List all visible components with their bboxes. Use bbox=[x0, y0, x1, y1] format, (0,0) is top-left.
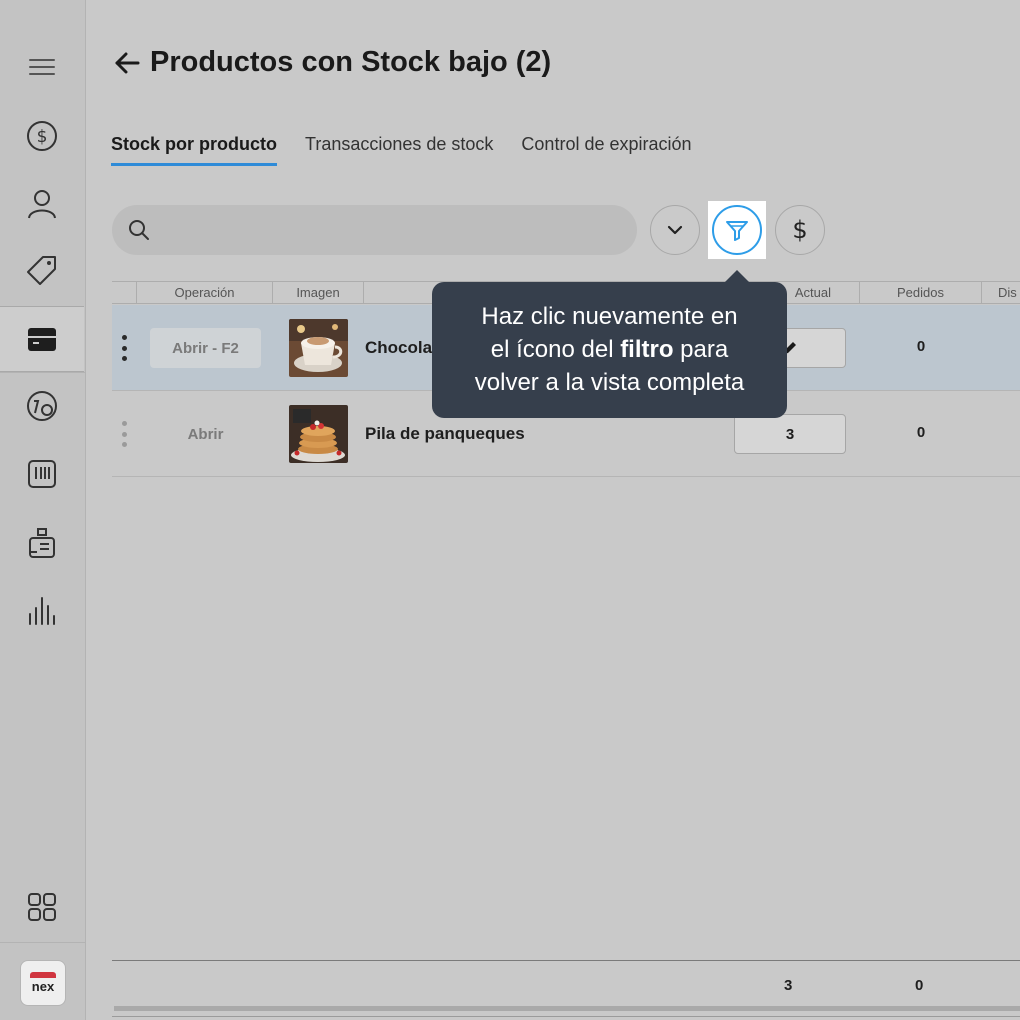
tooltip-text: el ícono del bbox=[490, 336, 621, 363]
sidebar: $ nex bbox=[0, 0, 86, 1020]
title-row: Productos con Stock bajo (2) bbox=[112, 46, 551, 79]
barcode-icon[interactable] bbox=[0, 441, 84, 507]
tab-bar: Stock por producto Transacciones de stoc… bbox=[111, 134, 720, 166]
search-input[interactable] bbox=[160, 221, 620, 239]
product-image bbox=[289, 319, 348, 377]
tutorial-tooltip: Haz clic nuevamente en el ícono del filt… bbox=[432, 270, 787, 418]
open-button[interactable]: Abrir - F2 bbox=[150, 328, 261, 368]
apps-grid-icon[interactable] bbox=[0, 874, 84, 940]
main-content: Productos con Stock bajo (2) Stock por p… bbox=[86, 0, 1020, 1020]
tab-stock-por-producto[interactable]: Stock por producto bbox=[111, 134, 277, 166]
footer-pedidos-total: 0 bbox=[915, 977, 924, 994]
pedidos-value: 0 bbox=[916, 338, 926, 355]
tooltip-line-1: Haz clic nuevamente en bbox=[481, 303, 738, 330]
product-name: Pila de panqueques bbox=[365, 424, 525, 443]
search-icon bbox=[129, 220, 149, 240]
column-header-dis[interactable]: Dis bbox=[981, 282, 1020, 304]
row-menu-icon[interactable] bbox=[120, 335, 128, 361]
actual-stock-value[interactable]: 3 bbox=[734, 414, 846, 454]
dollar-circle-icon[interactable]: $ bbox=[0, 103, 84, 169]
logo-text: nex bbox=[31, 979, 55, 994]
tag-icon[interactable] bbox=[0, 237, 84, 303]
tooltip-text: para bbox=[673, 336, 729, 363]
search-bar bbox=[112, 205, 637, 255]
tab-control-de-expiracion[interactable]: Control de expiración bbox=[521, 134, 691, 166]
row-menu-icon[interactable] bbox=[120, 421, 128, 447]
filter-highlight bbox=[708, 201, 766, 259]
dollar-icon: $ bbox=[792, 217, 807, 243]
column-header-imagen[interactable]: Imagen bbox=[272, 282, 363, 304]
dashboard-icon[interactable] bbox=[0, 373, 84, 439]
tooltip-line-3: volver a la vista completa bbox=[474, 369, 745, 396]
user-icon[interactable] bbox=[0, 171, 84, 237]
pedidos-value: 0 bbox=[916, 424, 926, 441]
tooltip-bold-text: filtro bbox=[620, 336, 674, 363]
menu-icon[interactable] bbox=[0, 34, 84, 100]
svg-text:$: $ bbox=[792, 217, 807, 243]
column-header-pedidos[interactable]: Pedidos bbox=[859, 282, 981, 304]
box-icon[interactable] bbox=[0, 306, 84, 372]
tooltip-line-2: el ícono del filtro para bbox=[432, 333, 787, 366]
product-image bbox=[289, 405, 348, 463]
svg-text:$: $ bbox=[37, 127, 48, 147]
brand-logo[interactable]: nex bbox=[20, 960, 66, 1006]
footer-bottom-line bbox=[112, 1016, 1020, 1017]
page-title: Productos con Stock bajo (2) bbox=[150, 46, 552, 78]
footer-actual-total: 3 bbox=[784, 977, 793, 994]
filter-button[interactable] bbox=[712, 205, 762, 255]
register-icon[interactable] bbox=[0, 510, 84, 576]
bar-chart-icon[interactable] bbox=[0, 577, 84, 643]
chevron-down-icon bbox=[667, 225, 683, 235]
open-button[interactable]: Abrir bbox=[150, 414, 261, 454]
horizontal-scrollbar[interactable] bbox=[114, 1006, 1020, 1011]
back-arrow-icon[interactable] bbox=[112, 48, 142, 78]
price-button[interactable]: $ bbox=[775, 205, 825, 255]
column-header-operacion[interactable]: Operación bbox=[136, 282, 272, 304]
dropdown-button[interactable] bbox=[650, 205, 700, 255]
filter-icon bbox=[726, 221, 748, 241]
footer-divider bbox=[112, 960, 1020, 961]
tab-transacciones-de-stock[interactable]: Transacciones de stock bbox=[305, 134, 493, 166]
